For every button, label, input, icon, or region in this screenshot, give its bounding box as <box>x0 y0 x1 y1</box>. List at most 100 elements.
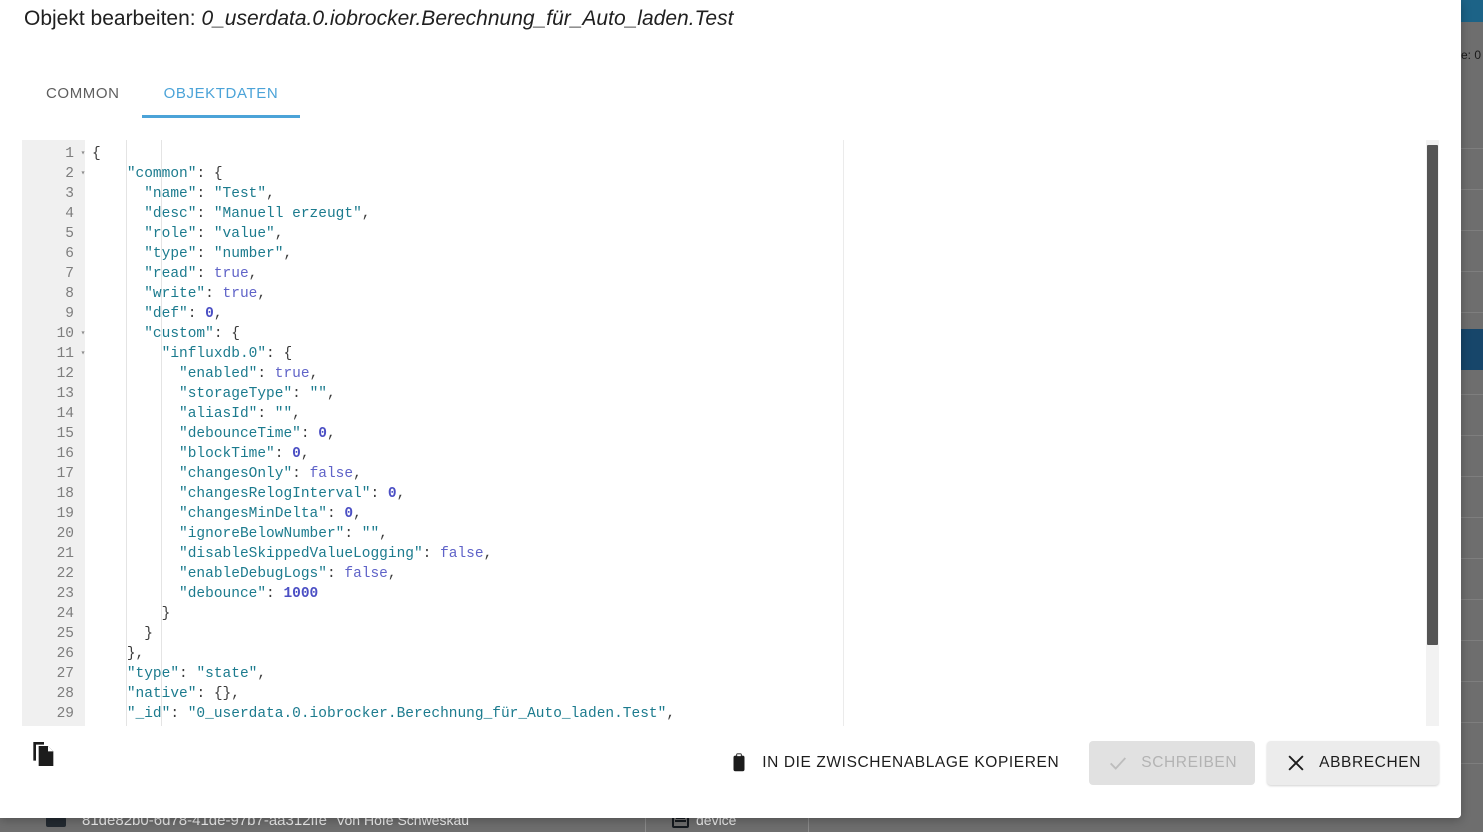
cancel-button[interactable]: ABBRECHEN <box>1267 741 1439 785</box>
editor-scrollbar-thumb[interactable] <box>1427 145 1438 645</box>
editor-line[interactable]: 15 "debounceTime": 0, <box>22 424 1439 444</box>
copy-to-clipboard-button[interactable]: IN DIE ZWISCHENABLAGE KOPIEREN <box>710 741 1077 785</box>
line-content: } <box>161 606 171 622</box>
line-number: 16 <box>56 446 74 462</box>
editor-line[interactable]: 8 "write": true, <box>22 284 1439 304</box>
line-content: "read": true, <box>144 266 258 282</box>
line-content: "custom": { <box>144 326 240 342</box>
line-content: "def": 0, <box>144 306 223 322</box>
line-content: } <box>144 626 153 642</box>
line-content: "changesMinDelta": 0, <box>179 506 362 522</box>
line-number: 24 <box>56 606 74 622</box>
editor-line[interactable]: 18 "changesRelogInterval": 0, <box>22 484 1439 504</box>
editor-line[interactable]: 13 "storageType": "", <box>22 384 1439 404</box>
line-number: 22 <box>56 566 74 582</box>
line-number: 10 <box>56 326 74 342</box>
fold-toggle-icon[interactable]: ▾ <box>77 144 89 164</box>
line-content: "aliasId": "", <box>179 406 301 422</box>
copy-files-icon[interactable] <box>28 738 60 770</box>
line-content: "native": {}, <box>126 686 240 702</box>
line-number: 13 <box>56 386 74 402</box>
line-content: "debounce": 1000 <box>179 586 319 602</box>
tab-common[interactable]: COMMON <box>24 70 142 118</box>
editor-line[interactable]: 14 "aliasId": "", <box>22 404 1439 424</box>
line-number: 2 <box>65 166 74 182</box>
line-content: "changesRelogInterval": 0, <box>179 486 406 502</box>
line-content: "storageType": "", <box>179 386 336 402</box>
line-number: 20 <box>56 526 74 542</box>
line-content: "disableSkippedValueLogging": false, <box>179 546 493 562</box>
line-number: 25 <box>56 626 74 642</box>
line-number: 1 <box>65 146 74 162</box>
editor-line[interactable]: 20 "ignoreBelowNumber": "", <box>22 524 1439 544</box>
line-number: 28 <box>56 686 74 702</box>
save-button[interactable]: SCHREIBEN <box>1089 741 1256 785</box>
tab-objektdaten-label: OBJEKTDATEN <box>163 85 279 102</box>
tab-active-indicator <box>141 115 301 118</box>
editor-line[interactable]: 29 "_id": "0_userdata.0.iobrocker.Berech… <box>22 704 1439 724</box>
close-icon <box>1285 752 1307 774</box>
line-content: "type": "state", <box>126 666 267 682</box>
line-number: 4 <box>65 206 74 222</box>
line-number: 29 <box>56 706 74 722</box>
editor-line[interactable]: 1 ▾{ <box>22 144 1439 164</box>
check-icon <box>1107 752 1129 774</box>
line-number: 19 <box>56 506 74 522</box>
line-number: 17 <box>56 466 74 482</box>
line-content: "enableDebugLogs": false, <box>179 566 397 582</box>
line-number: 23 <box>56 586 74 602</box>
tab-bar: COMMON OBJEKTDATEN <box>24 68 301 118</box>
dialog-title-prefix: Objekt bearbeiten: <box>24 7 202 30</box>
line-number: 3 <box>65 186 74 202</box>
editor-line[interactable]: 16 "blockTime": 0, <box>22 444 1439 464</box>
editor-line[interactable]: 24 } <box>22 604 1439 624</box>
line-number: 27 <box>56 666 74 682</box>
line-content: "enabled": true, <box>179 366 319 382</box>
line-content: "role": "value", <box>144 226 284 242</box>
edit-object-dialog: Objekt bearbeiten: 0_userdata.0.iobrocke… <box>0 0 1461 818</box>
line-content: "write": true, <box>144 286 267 302</box>
dialog-footer: IN DIE ZWISCHENABLAGE KOPIEREN SCHREIBEN… <box>0 726 1461 818</box>
editor-line[interactable]: 23 "debounce": 1000 <box>22 584 1439 604</box>
editor-line[interactable]: 2 ▾ "common": { <box>22 164 1439 184</box>
line-number: 15 <box>56 426 74 442</box>
line-content: "type": "number", <box>144 246 293 262</box>
editor-line[interactable]: 3 "name": "Test", <box>22 184 1439 204</box>
tab-objektdaten[interactable]: OBJEKTDATEN <box>141 70 301 118</box>
line-content: { <box>92 146 101 162</box>
line-number: 5 <box>65 226 74 242</box>
cancel-button-label: ABBRECHEN <box>1319 754 1421 771</box>
line-number: 7 <box>65 266 74 282</box>
editor-line[interactable]: 6 "type": "number", <box>22 244 1439 264</box>
dialog-object-id: 0_userdata.0.iobrocker.Berechnung_für_Au… <box>201 7 734 30</box>
editor-line[interactable]: 26 }, <box>22 644 1439 664</box>
line-number: 14 <box>56 406 74 422</box>
fold-toggle-icon[interactable]: ▾ <box>77 164 89 184</box>
json-code-editor[interactable]: 1 ▾{2 ▾ "common": {3 "name": "Test", 4 "des… <box>22 140 1439 727</box>
editor-line[interactable]: 21 "disableSkippedValueLogging": false, <box>22 544 1439 564</box>
editor-line[interactable]: 11 ▾ "influxdb.0": { <box>22 344 1439 364</box>
editor-line[interactable]: 4 "desc": "Manuell erzeugt", <box>22 204 1439 224</box>
fold-toggle-icon[interactable]: ▾ <box>77 324 89 344</box>
fold-toggle-icon[interactable]: ▾ <box>77 344 89 364</box>
editor-line[interactable]: 12 "enabled": true, <box>22 364 1439 384</box>
editor-line[interactable]: 5 "role": "value", <box>22 224 1439 244</box>
editor-line[interactable]: 27 "type": "state", <box>22 664 1439 684</box>
editor-line[interactable]: 17 "changesOnly": false, <box>22 464 1439 484</box>
line-content: }, <box>126 646 145 662</box>
editor-line[interactable]: 19 "changesMinDelta": 0, <box>22 504 1439 524</box>
editor-line[interactable]: 25 } <box>22 624 1439 644</box>
line-content: "blockTime": 0, <box>179 446 310 462</box>
editor-line[interactable]: 9 "def": 0, <box>22 304 1439 324</box>
line-number: 11 <box>56 346 74 362</box>
line-number: 6 <box>65 246 74 262</box>
editor-line[interactable]: 22 "enableDebugLogs": false, <box>22 564 1439 584</box>
line-content: "changesOnly": false, <box>179 466 362 482</box>
editor-code-lines: 1 ▾{2 ▾ "common": {3 "name": "Test", 4 "des… <box>22 144 1439 724</box>
editor-line[interactable]: 7 "read": true, <box>22 264 1439 284</box>
editor-line[interactable]: 10 ▾ "custom": { <box>22 324 1439 344</box>
editor-scrollbar-track[interactable] <box>1426 140 1439 727</box>
line-number: 21 <box>56 546 74 562</box>
editor-line[interactable]: 28 "native": {}, <box>22 684 1439 704</box>
line-number: 8 <box>65 286 74 302</box>
